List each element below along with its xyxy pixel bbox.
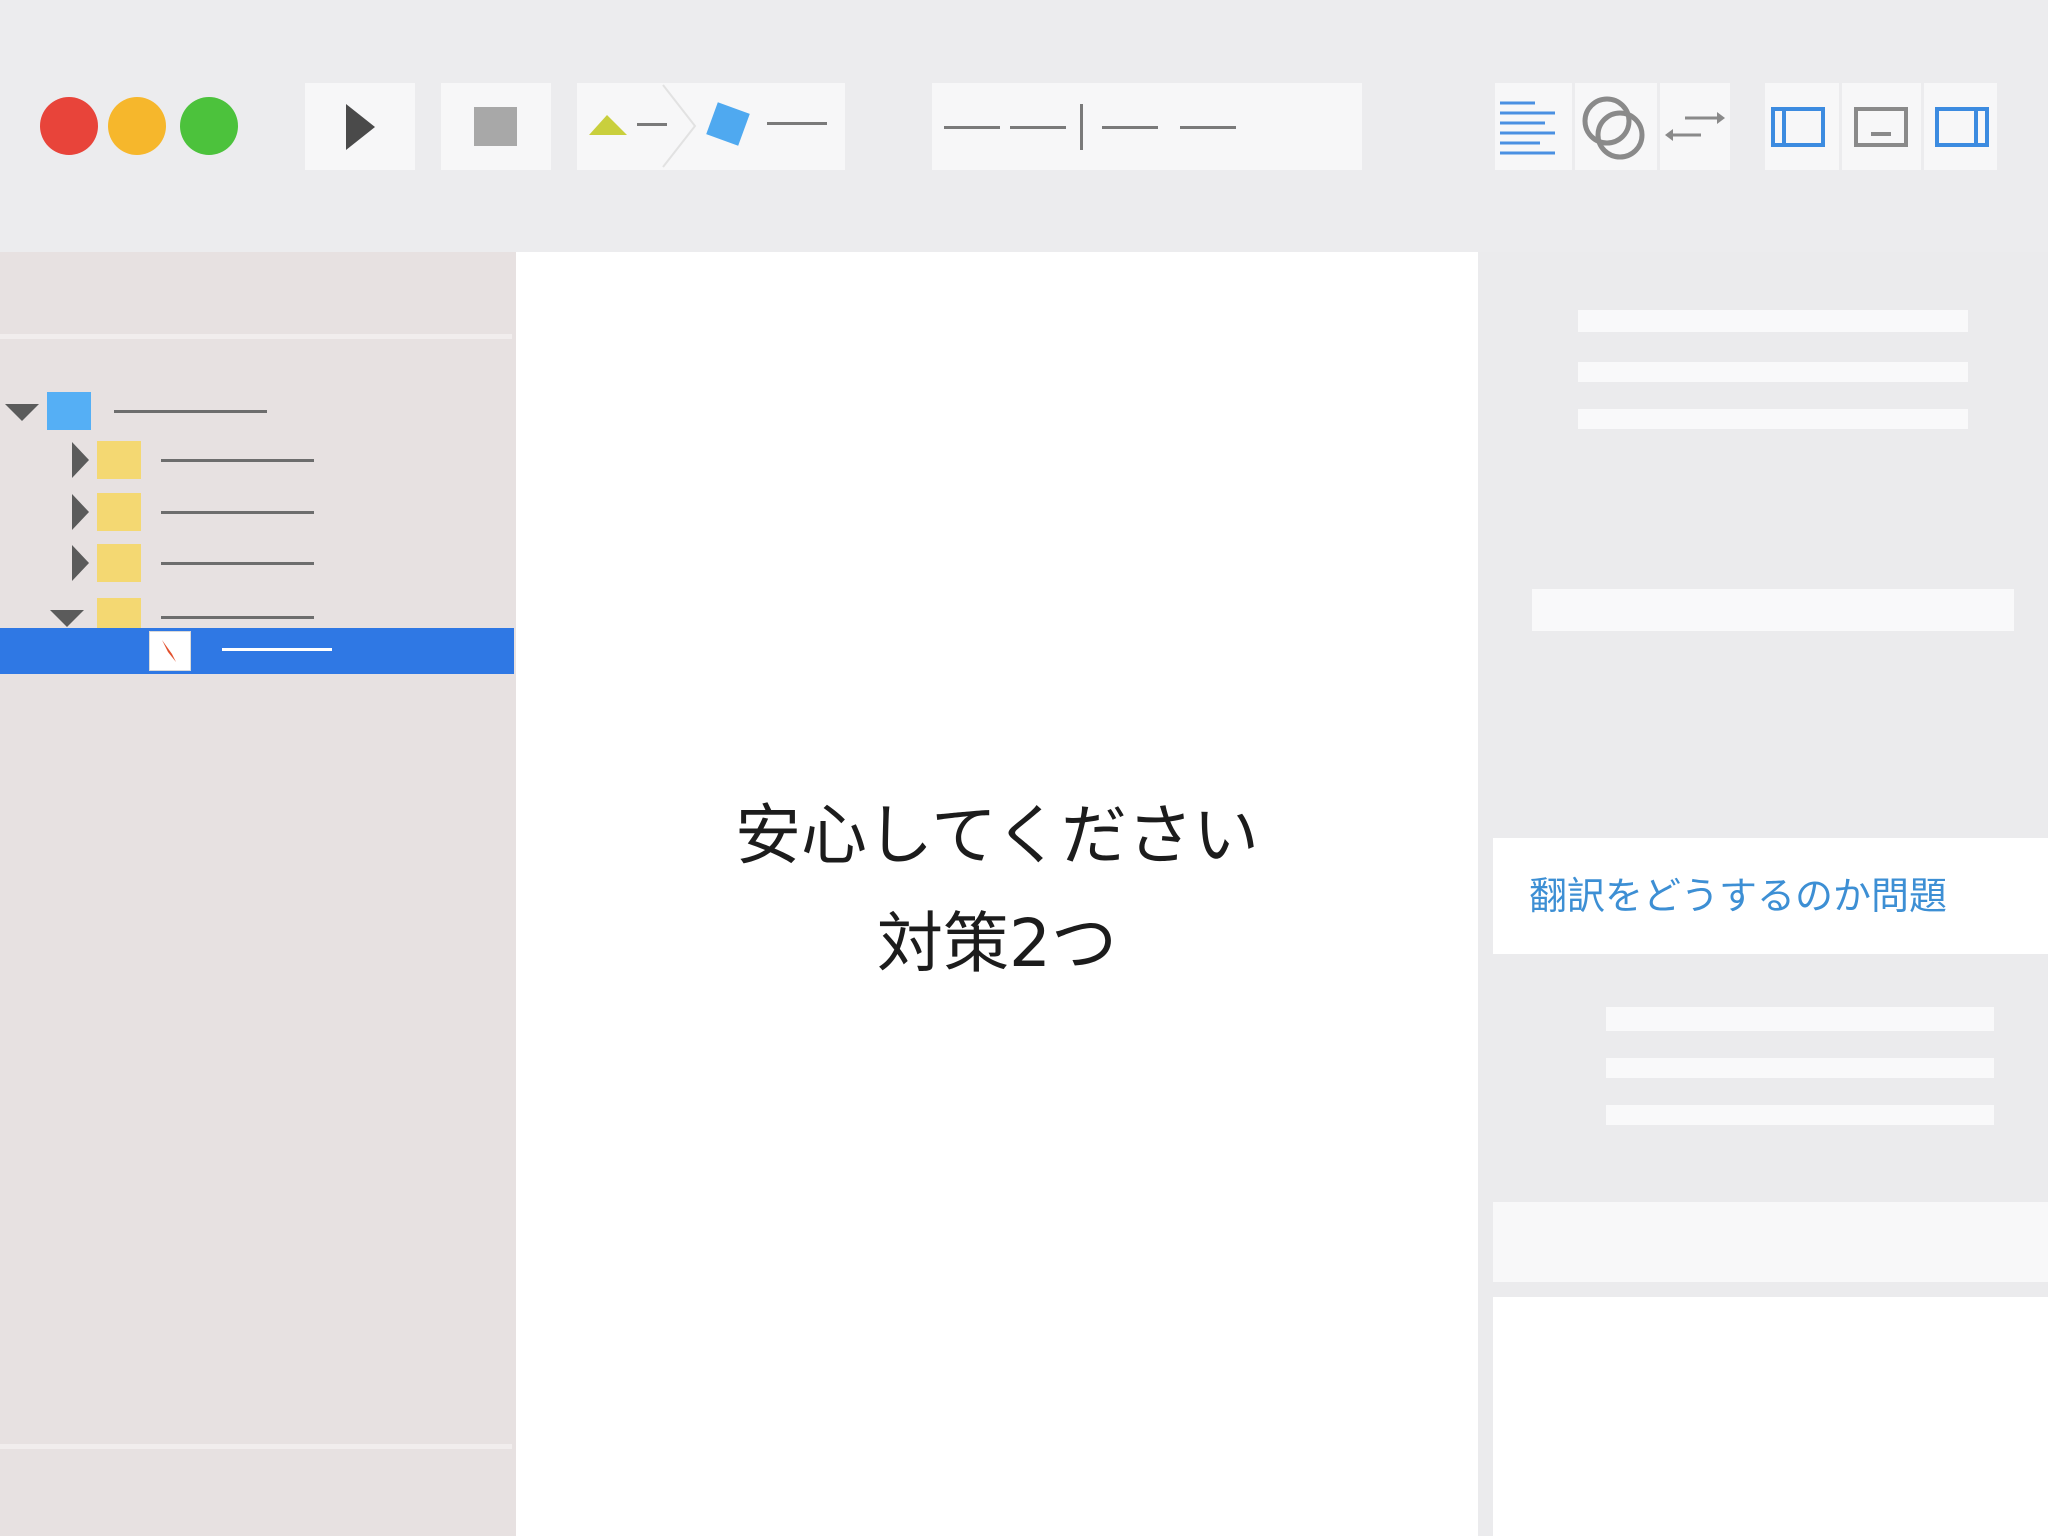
run-button[interactable] [305, 83, 415, 170]
tree-item-label [161, 459, 314, 462]
disclosure-expanded-icon[interactable] [50, 610, 84, 627]
navigator-divider [0, 334, 512, 339]
activity-placeholder [944, 104, 1236, 150]
stop-icon [474, 107, 517, 146]
library-panel [1493, 1297, 2048, 1536]
scheme-selector[interactable] [577, 83, 845, 170]
folder-icon [97, 441, 141, 479]
swap-arrows-icon [1665, 112, 1725, 141]
tree-item-label [161, 562, 314, 565]
tree-item-label [161, 511, 314, 514]
blue-square-icon [47, 392, 91, 430]
tree-item-folder[interactable] [0, 437, 514, 483]
tree-item-project[interactable] [0, 388, 514, 434]
play-icon [346, 104, 375, 150]
disclosure-expanded-icon[interactable] [5, 404, 39, 421]
text-lines-icon [1500, 101, 1555, 155]
inspector-placeholder-line [1578, 310, 1968, 332]
folder-icon [97, 493, 141, 531]
scheme-graphic [589, 84, 827, 168]
disclosure-collapsed-icon[interactable] [72, 545, 89, 581]
inspector-placeholder-line [1606, 1105, 1994, 1125]
editor-area[interactable]: 安心してください 対策2つ [516, 252, 1478, 1536]
message-line-2: 対策2つ [877, 905, 1117, 982]
question-label: 翻訳をどうするのか問題 [1529, 874, 1948, 918]
inspector-placeholder-line [1606, 1058, 1994, 1078]
tree-item-folder[interactable] [0, 540, 514, 586]
right-panel-icon [1935, 107, 1989, 147]
zoom-window-button[interactable] [180, 97, 238, 155]
activity-viewer [932, 83, 1362, 170]
diamond-icon [706, 102, 750, 146]
window-toolbar [0, 0, 2048, 252]
folder-icon [97, 544, 141, 582]
linked-rings-icon [1582, 96, 1645, 160]
tree-item-file-selected[interactable] [0, 628, 514, 674]
triangle-icon [589, 115, 627, 135]
tree-item-folder[interactable] [0, 489, 514, 535]
bottom-panel-icon [1854, 107, 1908, 147]
swift-bird-glyph [162, 640, 176, 662]
minimize-window-button[interactable] [108, 97, 166, 155]
inspector-placeholder-line [1606, 1007, 1994, 1031]
swift-file-icon [149, 631, 191, 671]
library-header [1493, 1202, 2048, 1282]
stop-button[interactable] [441, 83, 551, 170]
editor-mode-group [1495, 83, 1730, 170]
panel-toggle-group [1765, 83, 1997, 170]
tree-item-label [161, 616, 314, 619]
disclosure-collapsed-icon[interactable] [72, 442, 89, 478]
disclosure-collapsed-icon[interactable] [72, 494, 89, 530]
inspector-panel: 翻訳をどうするのか問題 [1478, 252, 2048, 1536]
question-card: 翻訳をどうするのか問題 [1493, 838, 2048, 954]
tree-item-label [222, 648, 332, 651]
inspector-field[interactable] [1532, 589, 2014, 631]
inspector-placeholder-line [1578, 362, 1968, 382]
editor-mode-icons [1500, 83, 1725, 170]
navigator-filter-divider [0, 1444, 512, 1449]
project-navigator [0, 252, 516, 1536]
panel-toggle-icons [1771, 83, 1989, 170]
tree-item-label [114, 410, 267, 413]
message-line-1: 安心してください [734, 797, 1260, 874]
inspector-placeholder-line [1578, 409, 1968, 429]
close-window-button[interactable] [40, 97, 98, 155]
slide-message: 安心してください 対策2つ [516, 782, 1478, 998]
left-panel-icon [1771, 107, 1825, 147]
